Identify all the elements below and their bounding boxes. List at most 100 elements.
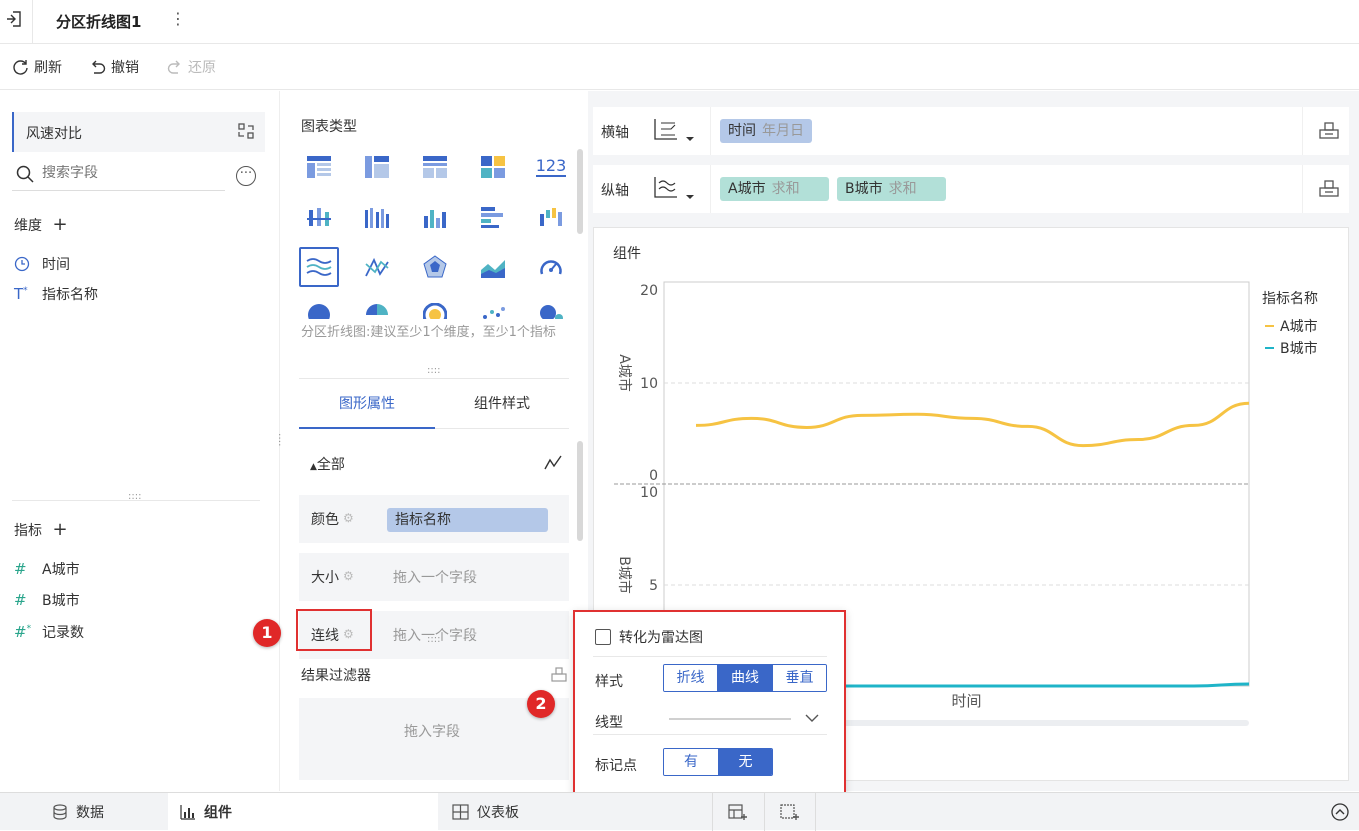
add-measure-icon[interactable]: + [52,519,67,540]
legend-swatch [1265,325,1274,327]
chart-type-hint: 分区折线图:建议至少1个维度，至少1个指标 [301,325,556,340]
divider [1302,165,1303,213]
horizontal-bar-icon[interactable] [475,199,511,235]
marker-segmented[interactable]: 有 无 [663,748,773,776]
top-bar: 分区折线图1 ⋮ [0,0,1359,44]
legend-item[interactable]: B城市 [1265,338,1318,358]
search-input[interactable] [42,165,222,181]
line-type-label: 线型 [595,715,623,731]
axis-settings-icon[interactable] [1318,178,1340,198]
gauge-chart-icon[interactable] [533,249,569,285]
tab-component[interactable]: 组件 [180,793,232,831]
axis-settings-icon[interactable] [1318,120,1340,140]
x-axis-type-icon[interactable] [653,117,697,145]
tab-dashboard-label: 仪表板 [477,805,519,821]
line-style-segmented[interactable]: 折线 曲线 垂直 [663,664,827,692]
add-dashboard-icon[interactable] [780,803,800,821]
marker-option-no[interactable]: 无 [718,749,772,775]
exit-icon[interactable] [6,10,22,28]
clock-icon [14,256,30,272]
y-axis-field-pill[interactable]: B城市 求和 [837,177,946,201]
scatter-chart-icon [483,307,505,319]
scrollbar[interactable] [577,441,583,541]
tab-component-style[interactable]: 组件样式 [435,385,569,429]
size-property-row[interactable]: 大小 ⚙ 拖入一个字段 [299,553,569,601]
bar-chart-icon[interactable] [417,199,453,235]
more-menu-icon[interactable]: ⋮ [170,9,186,28]
refresh-button[interactable]: 刷新 [12,57,62,77]
tab-data[interactable]: 数据 [52,793,104,831]
tab-graph-properties[interactable]: 图形属性 [299,385,435,429]
search-field[interactable] [12,163,225,191]
marker-option-yes[interactable]: 有 [664,749,718,775]
more-options-icon[interactable]: ··· [236,166,256,186]
measure-item[interactable]: # B城市 [14,590,80,610]
line-type-icon[interactable] [544,455,562,471]
stacked-bar-icon[interactable] [301,199,337,235]
style-option-polyline[interactable]: 折线 [664,665,717,691]
undo-button[interactable]: 撤销 [89,57,139,77]
refresh-label: 刷新 [34,60,62,76]
collapse-up-icon[interactable] [1331,803,1349,821]
redo-button[interactable]: 还原 [166,57,216,77]
measures-header: 指标 + [14,519,68,540]
kpi-card-icon[interactable]: 123 [533,149,569,185]
line-type-select[interactable] [667,708,827,732]
y-axis-field-pill[interactable]: A城市 求和 [720,177,829,201]
dimension-item[interactable]: T* 指标名称 [14,284,98,304]
divider [1302,107,1303,155]
x-field-sub: 年月日 [762,123,804,139]
resize-handle[interactable]: :::: [427,634,440,645]
divider [712,793,713,831]
detail-table-icon[interactable] [417,149,453,185]
radar-checkbox[interactable] [595,629,611,645]
gear-icon[interactable]: ⚙ [343,511,354,525]
style-option-vertical[interactable]: 垂直 [772,665,826,691]
resize-handle[interactable]: :::: [427,365,440,376]
divider [32,0,33,44]
treemap-icon[interactable] [475,149,511,185]
add-dimension-icon[interactable]: + [52,214,67,235]
area-line-chart-icon[interactable] [299,247,339,287]
all-section-toggle[interactable]: ▲全部 [310,454,345,474]
chart-type-row [301,299,571,319]
dataset-selector[interactable]: 风速对比 [12,112,265,152]
redo-label: 还原 [188,60,216,76]
measure-item[interactable]: #* 记录数 [14,622,84,642]
style-option-curve[interactable]: 曲线 [717,665,772,691]
toolbar: 刷新 撤销 还原 [0,45,1359,90]
area-chart-icon[interactable] [475,249,511,285]
resize-handle[interactable]: :::: [128,491,141,502]
measure-item[interactable]: # A城市 [14,559,80,579]
tab-data-label: 数据 [76,805,104,821]
line-chart-icon[interactable] [359,249,395,285]
waterfall-chart-icon[interactable] [533,199,569,235]
switch-dataset-icon[interactable] [237,122,255,140]
tab-dashboard[interactable]: 仪表板 [452,793,519,831]
x-field-name: 时间 [728,123,756,139]
y-axis-type-icon[interactable] [653,175,697,203]
filter-settings-icon[interactable] [550,666,568,682]
x-axis-label: 时间 [951,692,981,710]
color-field-pill[interactable]: 指标名称 [387,508,548,532]
gear-icon[interactable]: ⚙ [343,569,354,583]
dimension-item[interactable]: 时间 [14,254,70,274]
add-component-icon[interactable] [728,803,748,821]
undo-label: 撤销 [111,60,139,76]
divider [815,793,816,831]
radar-chart-icon[interactable] [417,249,453,285]
tab-component-label: 组件 [204,805,232,821]
x-axis-shelf[interactable]: 横轴 时间 年月日 [593,107,1349,155]
y-axis-shelf[interactable]: 纵轴 A城市 求和 B城市 求和 [593,165,1349,213]
pie-chart-icon [308,304,330,319]
radar-option[interactable]: 转化为雷达图 [595,627,703,647]
color-property-row[interactable]: 颜色 ⚙ 指标名称 [299,495,569,543]
grouped-bar-icon[interactable] [359,199,395,235]
scrollbar[interactable] [577,149,583,234]
cross-table-icon[interactable] [359,149,395,185]
legend-title: 指标名称 [1262,291,1318,307]
legend-item[interactable]: A城市 [1265,316,1318,336]
dashboard-icon [452,804,469,820]
table-chart-icon[interactable] [301,149,337,185]
x-axis-field-pill[interactable]: 时间 年月日 [720,119,812,143]
